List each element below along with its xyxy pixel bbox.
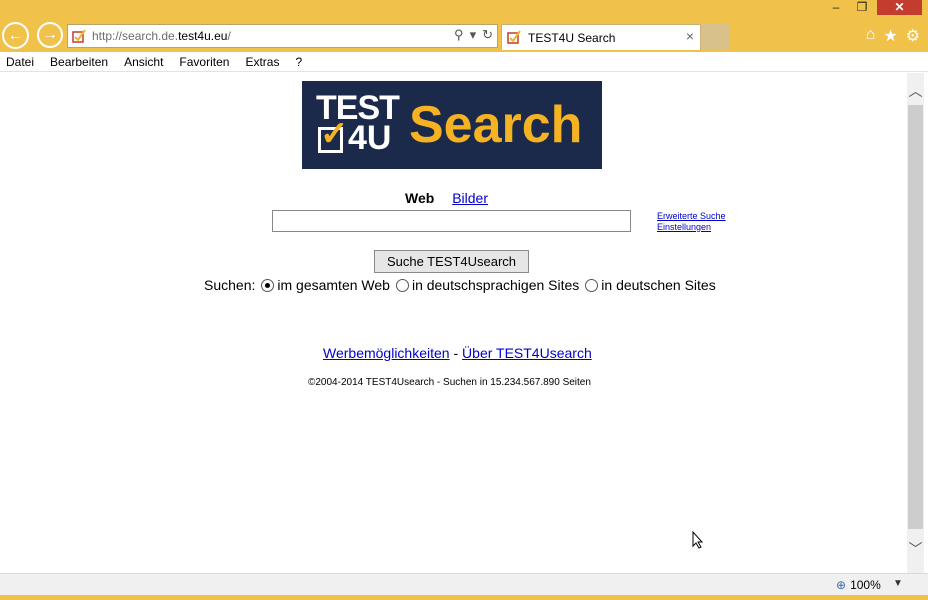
zoom-dropdown-icon[interactable]: ▼ xyxy=(893,578,903,589)
browser-toolbar-icons: ⌂ ★ ⚙ xyxy=(866,26,920,46)
refresh-icon[interactable]: ↻ xyxy=(482,27,493,43)
tab-title: TEST4U Search xyxy=(528,31,616,45)
scroll-up-icon[interactable]: ︿ xyxy=(907,81,924,105)
search-button[interactable]: Suche TEST4Usearch xyxy=(374,250,529,273)
status-bar: ⊕ 100% ▼ xyxy=(0,573,928,595)
browser-titlebar: ← → http://search.de.test4u.eu/ ⚲ ▾ ↻ TE… xyxy=(0,0,928,52)
taskbar-strip xyxy=(0,595,928,600)
menu-item-bearbeiten[interactable]: Bearbeiten xyxy=(50,55,108,69)
tab-favicon xyxy=(507,30,521,44)
minimize-button[interactable]: – xyxy=(826,0,846,15)
menu-item-extras[interactable]: Extras xyxy=(245,55,279,69)
footer-separator: - xyxy=(453,345,459,361)
site-logo[interactable]: TEST ✓ 4U Search xyxy=(302,81,602,169)
vertical-scrollbar[interactable]: ︿ ﹀ xyxy=(907,73,924,573)
logo-text-search: Search xyxy=(409,96,583,154)
close-window-button[interactable]: ✕ xyxy=(877,0,922,15)
new-tab-button[interactable] xyxy=(701,24,729,50)
browser-tab[interactable]: TEST4U Search × xyxy=(501,24,701,50)
footer-links: Werbemöglichkeiten - Über TEST4Usearch xyxy=(323,345,592,361)
menu-bar: Datei Bearbeiten Ansicht Favoriten Extra… xyxy=(0,52,928,72)
address-icons: ⚲ ▾ ↻ xyxy=(454,27,493,43)
search-scope: Suchen: im gesamten Web in deutschsprach… xyxy=(204,277,722,293)
scope-option-german-sites: in deutschen Sites xyxy=(601,277,716,293)
zoom-icon: ⊕ xyxy=(836,578,847,592)
menu-item-datei[interactable]: Datei xyxy=(6,55,34,69)
url-suffix: / xyxy=(227,29,231,43)
advertising-link[interactable]: Werbemöglichkeiten xyxy=(323,345,450,361)
about-link[interactable]: Über TEST4Usearch xyxy=(462,345,592,361)
menu-item-help[interactable]: ? xyxy=(295,55,302,69)
logo-check-icon: ✓ xyxy=(320,115,349,153)
logo-text-4u: 4U xyxy=(348,119,392,157)
gear-icon[interactable]: ⚙ xyxy=(906,26,920,46)
address-bar[interactable]: http://search.de.test4u.eu/ ⚲ ▾ ↻ xyxy=(67,24,498,48)
scope-option-web: im gesamten Web xyxy=(277,277,390,293)
menu-item-favoriten[interactable]: Favoriten xyxy=(179,55,229,69)
advanced-search-link[interactable]: Erweiterte Suche xyxy=(657,211,726,222)
maximize-button[interactable]: ❐ xyxy=(852,0,872,15)
search-input[interactable] xyxy=(272,210,631,232)
settings-link[interactable]: Einstellungen xyxy=(657,222,726,233)
scroll-down-icon[interactable]: ﹀ xyxy=(907,539,924,563)
url-prefix: http://search.de. xyxy=(92,29,179,43)
scroll-thumb[interactable] xyxy=(908,105,923,529)
menu-item-ansicht[interactable]: Ansicht xyxy=(124,55,163,69)
search-icon[interactable]: ⚲ xyxy=(454,27,464,43)
scope-radio-web[interactable] xyxy=(261,278,275,292)
back-button[interactable]: ← xyxy=(2,22,29,49)
zoom-control[interactable]: ⊕ 100% xyxy=(836,578,881,592)
search-type-tabs: Web Bilder xyxy=(405,190,488,206)
scope-label: Suchen: xyxy=(204,277,256,293)
scope-radio-german-language[interactable] xyxy=(395,278,409,292)
url-domain: test4u.eu xyxy=(178,29,228,43)
tab-images[interactable]: Bilder xyxy=(452,190,488,206)
star-icon[interactable]: ★ xyxy=(883,26,897,46)
scope-radio-german-sites[interactable] xyxy=(585,278,599,292)
zoom-level: 100% xyxy=(850,578,881,592)
dropdown-icon[interactable]: ▾ xyxy=(470,27,477,43)
back-icon: ← xyxy=(7,26,24,44)
tab-close-icon[interactable]: × xyxy=(686,28,694,44)
page-content: TEST ✓ 4U Search Web Bilder Erweiterte S… xyxy=(0,73,907,573)
forward-button[interactable]: → xyxy=(37,22,63,48)
mouse-cursor-icon xyxy=(692,531,704,549)
search-side-links: Erweiterte Suche Einstellungen xyxy=(657,211,726,233)
tab-web: Web xyxy=(405,190,435,206)
copyright-text: ©2004-2014 TEST4Usearch - Suchen in 15.2… xyxy=(308,377,591,388)
site-favicon xyxy=(72,29,86,43)
home-icon[interactable]: ⌂ xyxy=(866,26,876,46)
scope-option-german-language: in deutschsprachigen Sites xyxy=(411,277,580,293)
forward-icon: → xyxy=(42,26,58,43)
url-text: http://search.de.test4u.eu/ xyxy=(92,29,231,43)
